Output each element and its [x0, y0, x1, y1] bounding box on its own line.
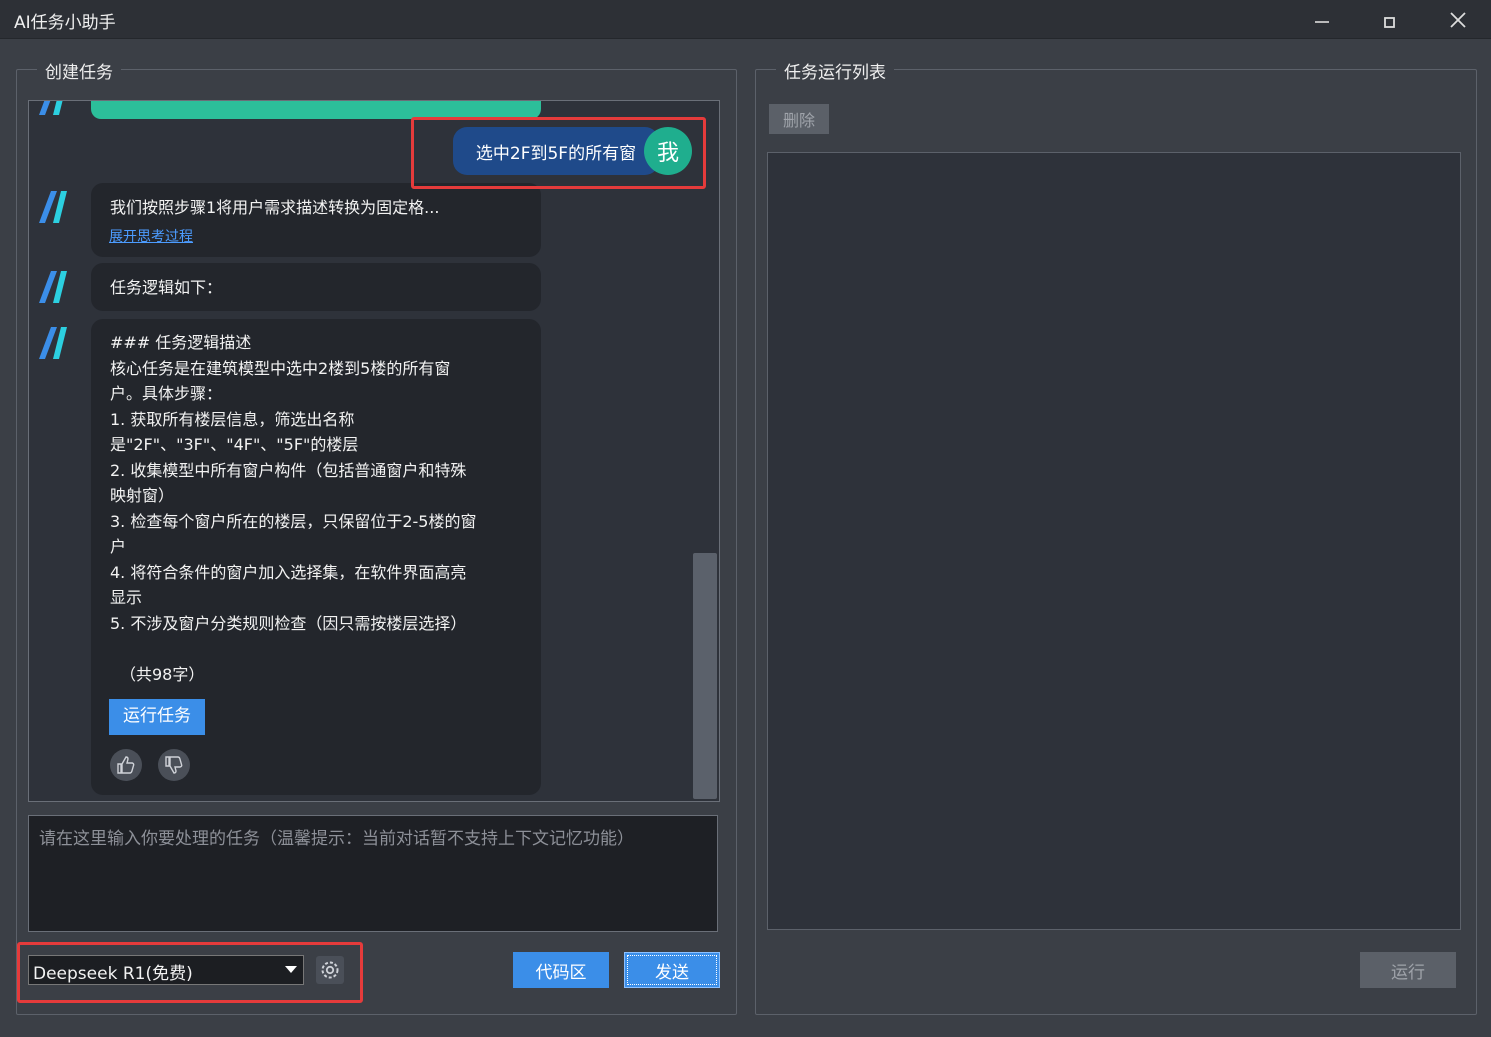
text-line: ### 任务逻辑描述 — [110, 333, 252, 352]
text-line: 5. 不涉及窗户分类规则检查（因只需按楼层选择） — [110, 613, 467, 633]
text-line: 4. 将符合条件的窗户加入选择集，在软件界面高亮 — [110, 562, 467, 582]
chat-area[interactable]: 选中2F到5F的所有窗 我 我们按照步骤1将用户需求描述转换为固定格... 展开… — [28, 100, 720, 802]
text-line: 户。具体步骤： — [110, 384, 223, 403]
text-line: 显示 — [110, 588, 143, 607]
close-button[interactable] — [1428, 0, 1488, 38]
char-count: （共98字） — [120, 664, 205, 684]
thumbs-up-button[interactable] — [110, 749, 142, 781]
model-select-highlight — [17, 942, 363, 1003]
thumbs-down-button[interactable] — [158, 749, 190, 781]
text-line: 户 — [110, 537, 127, 556]
text-line: 3. 检查每个窗户所在的楼层，只保留位于2-5楼的窗 — [110, 511, 477, 531]
run-task-button[interactable]: 运行任务 — [109, 699, 205, 735]
ai-logo-icon — [39, 327, 67, 359]
title-bar: AI任务小助手 — [0, 0, 1491, 39]
maximize-icon — [1384, 17, 1395, 28]
task-input-placeholder: 请在这里输入你要处理的任务（温馨提示：当前对话暂不支持上下文记忆功能） — [39, 829, 634, 849]
ai-message-text: 我们按照步骤1将用户需求描述转换为固定格... — [110, 198, 440, 217]
delete-button[interactable]: 删除 — [769, 104, 829, 134]
ai-logo-icon — [39, 101, 63, 115]
maximize-button[interactable] — [1360, 0, 1420, 38]
text-line: 是"2F"、"3F"、"4F"、"5F"的楼层 — [110, 435, 359, 454]
minimize-button[interactable] — [1292, 0, 1352, 38]
close-icon — [1450, 12, 1466, 28]
thumbs-up-icon — [117, 756, 135, 774]
ai-message-text: 任务逻辑如下： — [110, 278, 223, 297]
send-button[interactable]: 发送 — [624, 952, 720, 988]
text-line: 映射窗） — [110, 486, 175, 505]
window-title: AI任务小助手 — [14, 13, 116, 33]
code-area-button[interactable]: 代码区 — [513, 952, 609, 988]
thumbs-down-icon — [165, 756, 183, 774]
ai-task-logic-bubble: ### 任务逻辑描述 核心任务是在建筑模型中选中2楼到5楼的所有窗 户。具体步骤… — [91, 319, 541, 795]
ai-logo-icon — [39, 191, 67, 223]
task-run-list-label: 任务运行列表 — [776, 58, 894, 83]
create-task-label: 创建任务 — [37, 58, 121, 83]
ai-message-bubble: 任务逻辑如下： — [91, 263, 541, 311]
expand-thinking-link[interactable]: 展开思考过程 — [109, 225, 193, 251]
task-input[interactable]: 请在这里输入你要处理的任务（温馨提示：当前对话暂不支持上下文记忆功能） — [28, 815, 718, 932]
task-logic-text: ### 任务逻辑描述 核心任务是在建筑模型中选中2楼到5楼的所有窗 户。具体步骤… — [110, 330, 530, 687]
text-line — [110, 636, 530, 662]
task-list[interactable] — [767, 152, 1461, 930]
text-line: 核心任务是在建筑模型中选中2楼到5楼的所有窗 — [110, 358, 451, 378]
ai-logo-icon — [39, 271, 67, 303]
text-line: 2. 收集模型中所有窗户构件（包括普通窗户和特殊 — [110, 460, 467, 480]
user-message-highlight — [411, 117, 706, 189]
run-button[interactable]: 运行 — [1360, 952, 1456, 988]
text-line: 1. 获取所有楼层信息，筛选出名称 — [110, 409, 355, 429]
chat-scrollbar[interactable] — [693, 553, 717, 799]
ai-message-bubble: 我们按照步骤1将用户需求描述转换为固定格... 展开思考过程 — [91, 183, 541, 257]
minimize-icon — [1315, 21, 1329, 23]
